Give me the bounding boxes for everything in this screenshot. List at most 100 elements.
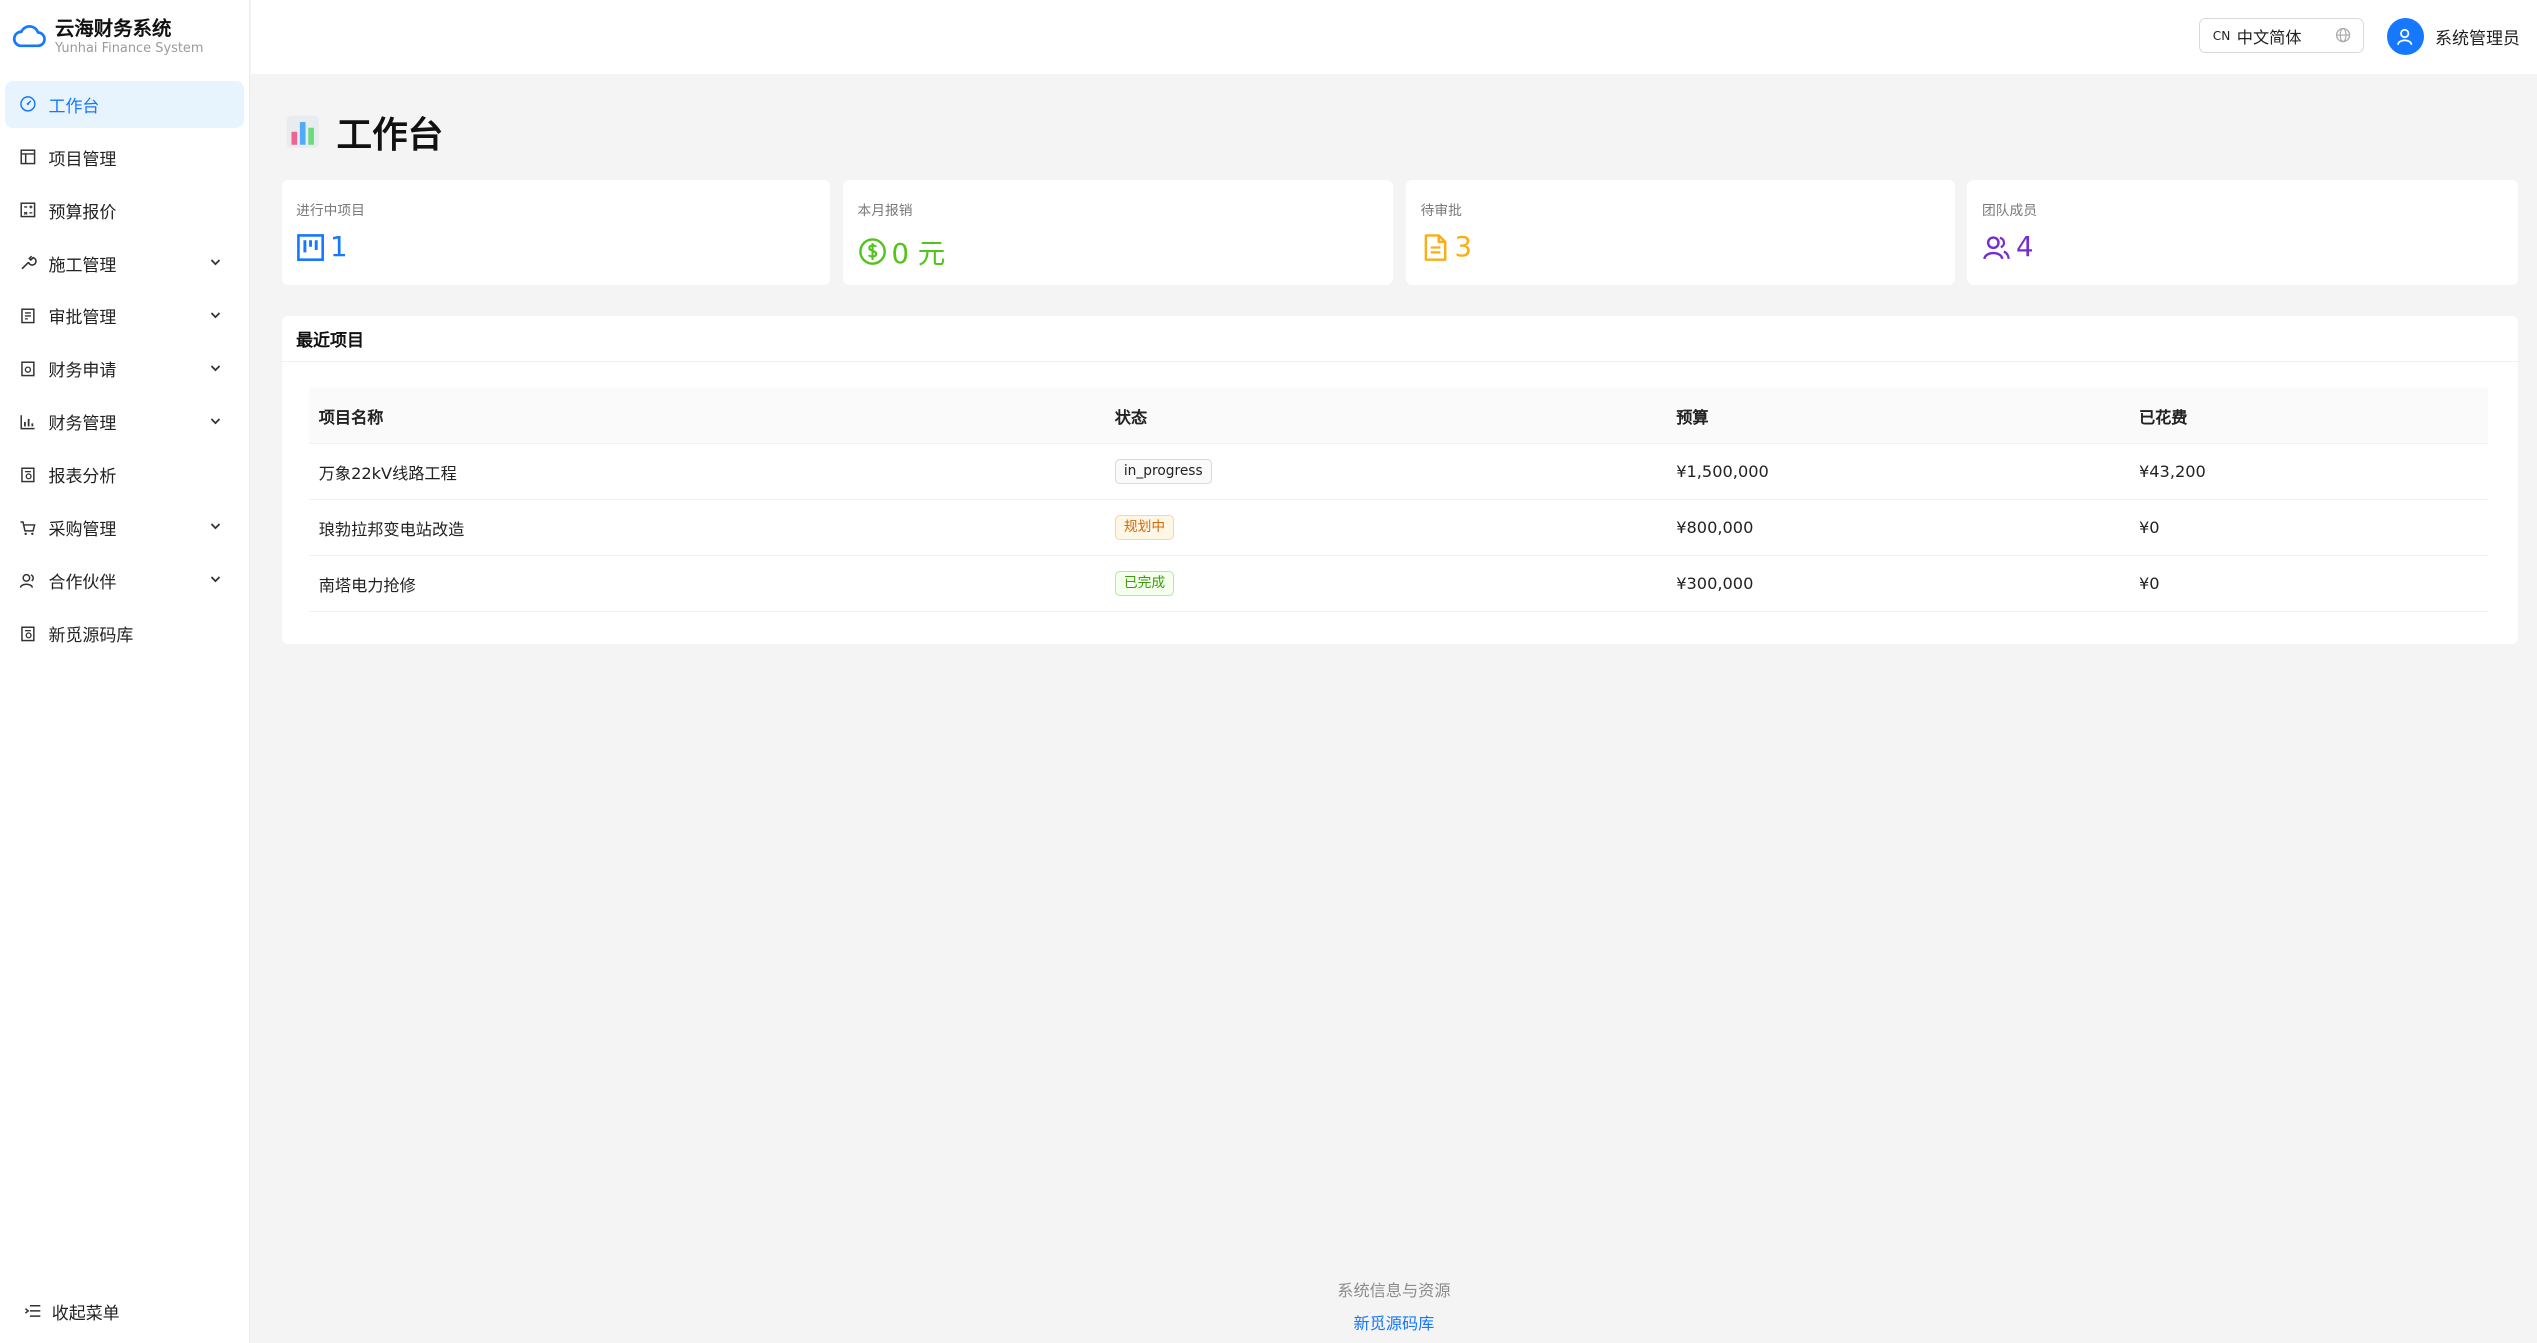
- language-select[interactable]: CN 中文简体: [2198, 17, 2364, 54]
- recent-projects-card: 最近项目 项目名称 状态 预算 已花费 万象22kV线路工程 in_progre…: [281, 315, 2518, 644]
- stat-label: 团队成员: [1982, 203, 2038, 219]
- globe-icon: [2336, 27, 2351, 43]
- project-budget: ¥800,000: [1666, 499, 2130, 557]
- sidebar-item-label: 财务申请: [48, 361, 117, 382]
- table-row[interactable]: 万象22kV线路工程 in_progress ¥1,500,000 ¥43,20…: [309, 443, 2489, 501]
- user-name: 系统管理员: [2435, 28, 2520, 49]
- project-budget: ¥1,500,000: [1666, 443, 2130, 501]
- chevron-down-icon[interactable]: [209, 573, 222, 586]
- collapse-menu-button[interactable]: 收起菜单: [24, 1299, 120, 1324]
- project-spent: ¥43,200: [2129, 443, 2489, 501]
- app-title: 云海财务系统: [54, 16, 172, 40]
- bar-chart-emoji-icon: [286, 116, 319, 149]
- sidebar-item-partners[interactable]: 合作伙伴: [5, 557, 244, 604]
- recent-projects-table: 项目名称 状态 预算 已花费 万象22kV线路工程 in_progress ¥1…: [309, 388, 2489, 613]
- chevron-down-icon[interactable]: [209, 520, 222, 533]
- project-spent: ¥0: [2129, 555, 2489, 613]
- sidebar-item-projects[interactable]: 项目管理: [5, 134, 244, 181]
- chevron-down-icon[interactable]: [209, 362, 222, 375]
- sidebar-item-label: 项目管理: [48, 149, 117, 170]
- status-badge: in_progress: [1114, 459, 1212, 485]
- project-name: 万象22kV线路工程: [309, 443, 1106, 501]
- team-icon: [1983, 236, 2010, 260]
- table-row[interactable]: 琅勃拉邦变电站改造 规划中 ¥800,000 ¥0: [309, 499, 2489, 557]
- calculator-icon: [19, 201, 37, 219]
- sidebar-item-label: 财务管理: [48, 414, 117, 435]
- column-header-budget[interactable]: 预算: [1666, 388, 2130, 445]
- card-title: 最近项目: [281, 316, 2518, 362]
- stat-label: 进行中项目: [296, 203, 365, 219]
- sidebar-item-label: 合作伙伴: [48, 573, 117, 593]
- page-title: 工作台: [285, 107, 444, 158]
- sidebar-item-label: 报表分析: [48, 467, 117, 488]
- user-menu[interactable]: 系统管理员: [2386, 17, 2520, 55]
- project-spent: ¥0: [2129, 499, 2489, 557]
- cart-icon: [19, 519, 37, 537]
- top-header: CN 中文简体 系统管理员: [250, 0, 2537, 75]
- stat-value: 3: [1454, 231, 1473, 264]
- sidebar-item-approval[interactable]: 审批管理: [5, 293, 244, 340]
- sidebar-item-procurement[interactable]: 采购管理: [5, 504, 244, 551]
- project-budget: ¥300,000: [1666, 555, 2130, 613]
- stat-card-pending-approval[interactable]: 待审批 3: [1406, 179, 1955, 285]
- stat-card-team-members[interactable]: 团队成员 4: [1967, 179, 2518, 285]
- sidebar-item-label: 采购管理: [48, 520, 117, 541]
- column-header-spent[interactable]: 已花费: [2129, 388, 2489, 445]
- sidebar-item-label: 施工管理: [48, 255, 117, 276]
- page-title-text: 工作台: [336, 114, 444, 156]
- menu-fold-icon: [25, 1305, 41, 1317]
- chevron-down-icon[interactable]: [209, 309, 222, 322]
- table-row[interactable]: 南塔电力抢修 已完成 ¥300,000 ¥0: [309, 555, 2489, 613]
- user-icon: [2397, 28, 2413, 45]
- sidebar-item-finance-management[interactable]: 财务管理: [5, 398, 244, 445]
- brand[interactable]: 云海财务系统 Yunhai Finance System: [0, 0, 249, 74]
- partner-icon: [19, 572, 37, 590]
- collapse-menu-label: 收起菜单: [51, 1303, 120, 1324]
- project-icon: [19, 148, 37, 166]
- report-icon: [19, 466, 37, 484]
- column-header-status[interactable]: 状态: [1105, 388, 1667, 445]
- stat-value: 4: [2015, 231, 2034, 264]
- flag-label: CN: [2212, 29, 2231, 44]
- sidebar-item-finance-request[interactable]: 财务申请: [5, 345, 244, 392]
- app-subtitle: Yunhai Finance System: [54, 40, 204, 56]
- footer-link[interactable]: 新觅源码库: [251, 1310, 2537, 1334]
- stat-card-monthly-reimbursement[interactable]: 本月报销 0 元: [842, 179, 1394, 285]
- project-name: 南塔电力抢修: [309, 555, 1106, 613]
- sidebar-item-dashboard[interactable]: 工作台: [4, 80, 245, 128]
- chart-icon: [19, 413, 37, 431]
- status-badge: 已完成: [1114, 571, 1175, 597]
- sidebar-item-construction[interactable]: 施工管理: [5, 240, 244, 287]
- stat-value: 0 元: [891, 238, 946, 271]
- sidebar-item-budget[interactable]: 预算报价: [5, 187, 244, 234]
- sidebar-item-label: 审批管理: [48, 308, 117, 329]
- stat-label: 本月报销: [857, 203, 913, 219]
- sidebar-menu: 工作台 项目管理 预算报价 施工管理 审批管理 财务申请 财务管理 报表分析 采…: [0, 80, 249, 657]
- document-icon: [1424, 234, 1447, 261]
- sidebar-item-source-repo[interactable]: 新觅源码库: [5, 610, 244, 657]
- project-name: 琅勃拉邦变电站改造: [309, 499, 1106, 557]
- chevron-down-icon[interactable]: [209, 256, 222, 269]
- audit-icon: [19, 307, 37, 325]
- stat-label: 待审批: [1420, 203, 1462, 219]
- column-header-name[interactable]: 项目名称: [309, 388, 1106, 445]
- dashboard-icon: [19, 95, 37, 113]
- form-icon: [19, 360, 37, 378]
- repo-icon: [19, 625, 37, 643]
- cloud-logo-icon: [13, 25, 47, 48]
- language-label: 中文简体: [2236, 27, 2302, 47]
- sidebar-item-label: 新觅源码库: [48, 625, 134, 646]
- page-footer: 系统信息与资源 新觅源码库: [251, 1277, 2537, 1335]
- chevron-down-icon[interactable]: [209, 415, 222, 428]
- dollar-circle-icon: [858, 238, 886, 265]
- avatar[interactable]: [2386, 17, 2424, 55]
- footer-info: 系统信息与资源: [1337, 1280, 1451, 1300]
- stat-card-active-projects[interactable]: 进行中项目 1: [281, 179, 831, 285]
- tool-icon: [19, 254, 38, 272]
- table-header-row: 项目名称 状态 预算 已花费: [309, 388, 2489, 445]
- sidebar-item-label: 预算报价: [48, 202, 117, 223]
- stat-value: 1: [330, 231, 348, 264]
- sidebar-item-reports[interactable]: 报表分析: [5, 451, 244, 498]
- kanban-icon: [297, 233, 325, 261]
- status-badge: 规划中: [1114, 515, 1175, 541]
